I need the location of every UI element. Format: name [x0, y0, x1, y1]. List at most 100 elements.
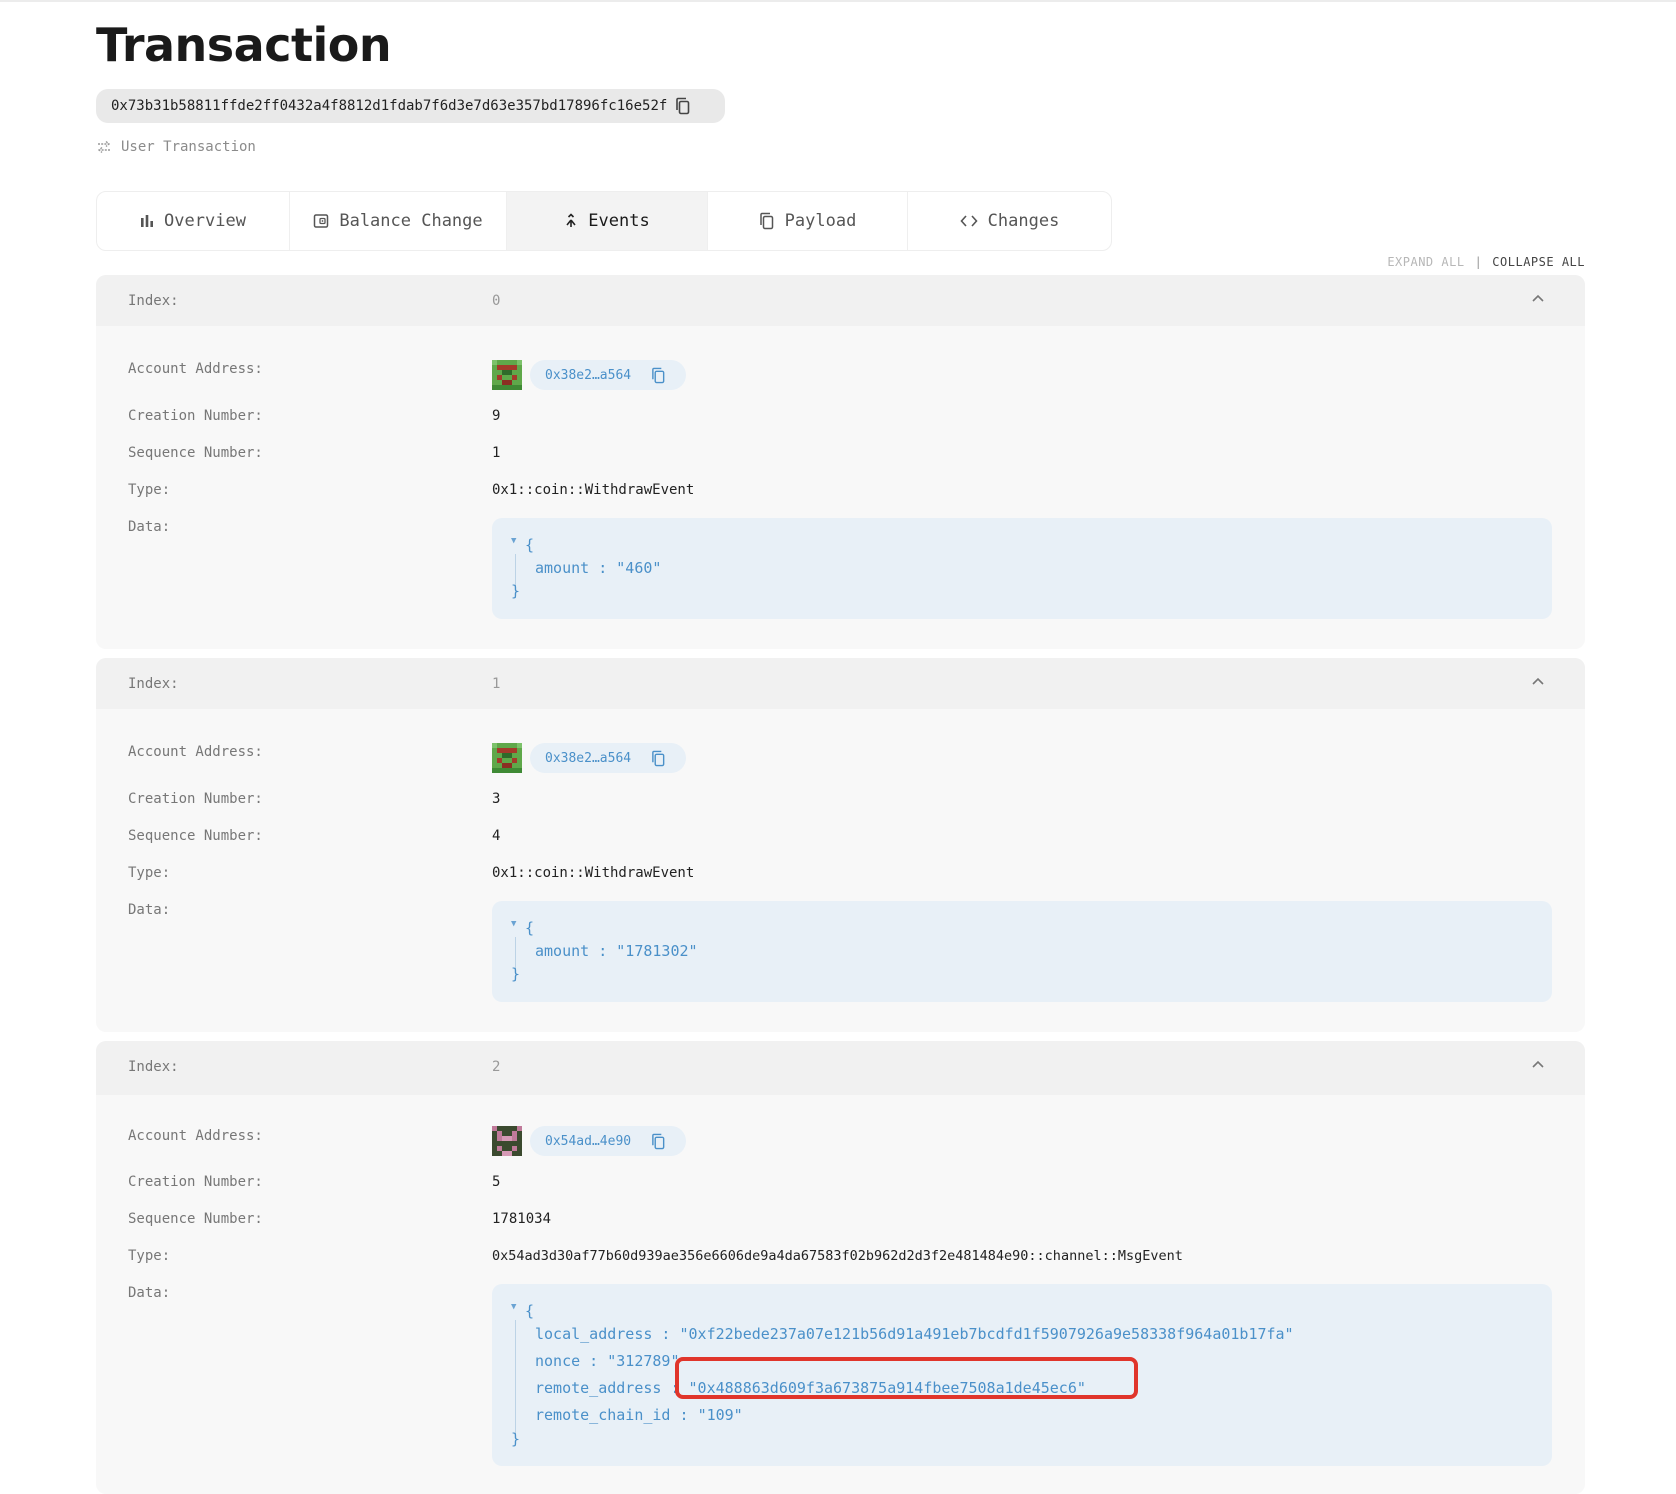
code-icon: [960, 214, 978, 228]
tab-bar: Overview Balance Change Events Payload C…: [96, 191, 1112, 251]
json-value: "312789": [607, 1352, 680, 1370]
json-key: nonce: [535, 1352, 581, 1370]
json-entry: remote_chain_id : "109": [535, 1406, 743, 1424]
json-value: "1781302": [616, 942, 698, 960]
sequence-number-label: Sequence Number:: [128, 828, 263, 844]
sequence-number-value: 1781034: [492, 1211, 552, 1227]
creation-number-value: 5: [492, 1174, 501, 1190]
type-label: Type:: [128, 865, 171, 881]
account-address-value: 0x38e2…a564: [545, 367, 632, 383]
transaction-type-label: User Transaction: [121, 139, 256, 155]
collapse-triangle-icon[interactable]: ▼: [511, 919, 516, 929]
json-value: "109": [697, 1406, 743, 1424]
index-value: 0: [492, 293, 501, 309]
chevron-up-icon[interactable]: [1531, 293, 1545, 303]
avatar: [492, 360, 522, 390]
json-open-brace: {: [525, 536, 535, 554]
json-colon: :: [652, 1325, 680, 1343]
index-label: Index:: [128, 293, 179, 309]
event-header[interactable]: Index: 1: [96, 658, 1585, 709]
wallet-icon: [313, 213, 329, 229]
json-colon: :: [580, 1352, 608, 1370]
json-entry: nonce : "312789": [535, 1352, 680, 1370]
json-entry: amount : "1781302": [535, 942, 698, 960]
type-value: 0x1::coin::WithdrawEvent: [492, 865, 695, 881]
highlight-box: [675, 1357, 1138, 1399]
data-label: Data:: [128, 1285, 171, 1301]
collapse-triangle-icon[interactable]: ▼: [511, 536, 516, 546]
transaction-hash-pill: 0x73b31b58811ffde2ff0432a4f8812d1fdab7f6…: [96, 89, 725, 123]
data-label: Data:: [128, 519, 171, 535]
creation-number-value: 9: [492, 408, 501, 424]
copy-icon[interactable]: [651, 1133, 666, 1150]
avatar: [492, 1126, 522, 1156]
json-close-brace: }: [511, 1430, 521, 1448]
json-open-brace: {: [525, 919, 535, 937]
sequence-number-value: 1: [492, 445, 501, 461]
copy-icon: [759, 212, 775, 230]
transaction-type: User Transaction: [96, 139, 256, 155]
json-key: local_address: [535, 1325, 653, 1343]
copy-icon[interactable]: [651, 367, 666, 384]
page-title: Transaction: [96, 18, 392, 72]
sequence-number-value: 4: [492, 828, 501, 844]
json-key: amount: [535, 942, 590, 960]
transfer-arrows-icon: [96, 140, 112, 154]
account-address-label: Account Address:: [128, 361, 263, 377]
chevron-up-icon[interactable]: [1531, 676, 1545, 686]
bar-chart-icon: [140, 214, 154, 228]
tab-changes[interactable]: Changes: [908, 192, 1111, 250]
event-card: Index: 1 Account Address: 0x38e2…a564 Cr…: [96, 658, 1585, 1032]
collapse-all-button[interactable]: COLLAPSE ALL: [1492, 255, 1585, 269]
copy-icon[interactable]: [675, 97, 691, 115]
json-key: remote_address: [535, 1379, 662, 1397]
event-header[interactable]: Index: 0: [96, 275, 1585, 326]
avatar: [492, 743, 522, 773]
json-entry: amount : "460": [535, 559, 661, 577]
copy-icon[interactable]: [651, 750, 666, 767]
account-address-value: 0x38e2…a564: [545, 750, 632, 766]
sequence-number-label: Sequence Number:: [128, 445, 263, 461]
json-value: "0xf22bede237a07e121b56d91a491eb7bcdfd1f…: [679, 1325, 1294, 1343]
json-colon: :: [670, 1406, 698, 1424]
type-value: 0x1::coin::WithdrawEvent: [492, 482, 695, 498]
event-header[interactable]: Index: 2: [96, 1041, 1585, 1095]
creation-number-label: Creation Number:: [128, 1174, 263, 1190]
tab-payload-label: Payload: [784, 211, 857, 231]
json-value: "460": [616, 559, 662, 577]
account-address-label: Account Address:: [128, 1128, 263, 1144]
transaction-hash: 0x73b31b58811ffde2ff0432a4f8812d1fdab7f6…: [111, 98, 668, 114]
json-open-brace: {: [525, 1302, 535, 1320]
expand-all-button[interactable]: EXPAND ALL: [1387, 255, 1464, 269]
type-label: Type:: [128, 482, 171, 498]
tab-overview-label: Overview: [164, 211, 246, 231]
account-address-link[interactable]: 0x38e2…a564: [530, 743, 687, 773]
tab-overview[interactable]: Overview: [97, 192, 290, 250]
data-label: Data:: [128, 902, 171, 918]
collapse-triangle-icon[interactable]: ▼: [511, 1302, 516, 1312]
tab-payload[interactable]: Payload: [708, 192, 908, 250]
json-key: amount: [535, 559, 590, 577]
index-value: 1: [492, 676, 501, 692]
json-colon: :: [589, 942, 617, 960]
top-border: [0, 0, 1676, 2]
json-colon: :: [589, 559, 617, 577]
json-viewer: ▼ { amount : "460" }: [492, 518, 1552, 619]
json-indent-guide: [515, 1320, 516, 1438]
json-entry: local_address : "0xf22bede237a07e121b56d…: [535, 1325, 1294, 1343]
json-close-brace: }: [511, 582, 521, 600]
separator: |: [1474, 255, 1483, 269]
account-address-link[interactable]: 0x54ad…4e90: [530, 1126, 687, 1156]
chevron-up-icon[interactable]: [1531, 1059, 1545, 1069]
json-key: remote_chain_id: [535, 1406, 671, 1424]
account-address-link[interactable]: 0x38e2…a564: [530, 360, 687, 390]
creation-number-label: Creation Number:: [128, 791, 263, 807]
account-address-value: 0x54ad…4e90: [545, 1133, 632, 1149]
tab-events[interactable]: Events: [507, 192, 708, 250]
event-card: Index: 0 Account Address: 0x38e2…a564 Cr…: [96, 275, 1585, 649]
account-address-label: Account Address:: [128, 744, 263, 760]
tab-balance-change[interactable]: Balance Change: [290, 192, 507, 250]
creation-number-label: Creation Number:: [128, 408, 263, 424]
json-close-brace: }: [511, 965, 521, 983]
tab-balance-change-label: Balance Change: [339, 211, 483, 231]
